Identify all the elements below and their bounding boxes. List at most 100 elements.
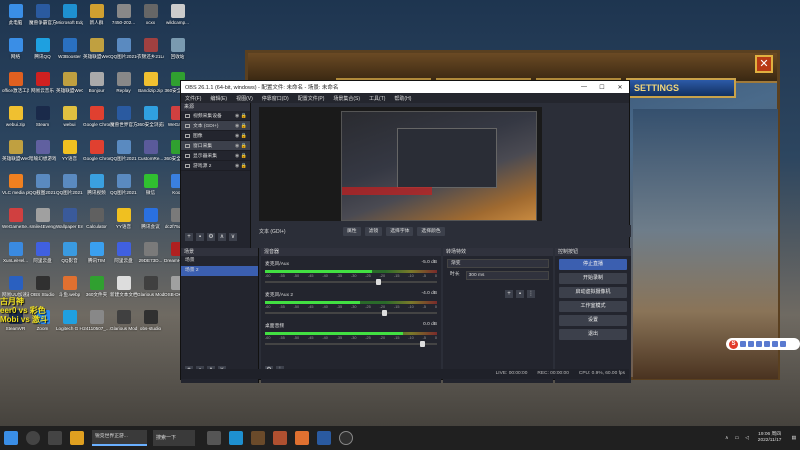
game-settings-tab[interactable]: SETTINGS xyxy=(626,78,736,98)
ime-skin-icon[interactable] xyxy=(772,341,778,347)
desktop-icon[interactable]: 腾讯会议 xyxy=(137,208,164,230)
menu-edit[interactable]: 编辑(E) xyxy=(210,95,227,102)
desktop-icon[interactable]: 网易云音乐 xyxy=(29,72,56,94)
desktop-icon[interactable]: CustomRe... xyxy=(137,140,164,162)
visibility-icon[interactable]: ◉ 🔒 xyxy=(235,133,247,139)
desktop-icon[interactable]: Microsoft Edge xyxy=(56,4,83,26)
desktop-icon[interactable]: 英雄联盟WeGame版 xyxy=(2,140,29,162)
add-transition-button[interactable]: + xyxy=(505,290,513,298)
desktop-icon[interactable]: 腾讯QQ xyxy=(29,38,56,60)
search-icon[interactable] xyxy=(26,431,40,445)
move-down-button[interactable]: ∨ xyxy=(229,233,237,241)
desktop-icon[interactable]: 英雄联盟WeGame版 xyxy=(83,38,110,60)
maximize-button[interactable]: ☐ xyxy=(593,84,611,91)
desktop-icon[interactable]: Google Chrome xyxy=(83,140,110,162)
ime-menu-icon[interactable] xyxy=(780,341,786,347)
desktop-icon[interactable]: Google Chrome xyxy=(83,106,110,128)
desktop-icon[interactable]: 阿里云盘 xyxy=(29,242,56,264)
desktop-icon[interactable]: 暗喻幻想游戏 xyxy=(29,140,56,162)
move-up-button[interactable]: ∧ xyxy=(218,233,226,241)
duration-input[interactable]: 300 ms xyxy=(465,271,549,280)
menu-help[interactable]: 帮助(H) xyxy=(394,95,411,102)
exit-button[interactable]: 退出 xyxy=(559,329,627,340)
desktop-icon[interactable]: Replay xyxy=(110,72,137,94)
volume-slider[interactable] xyxy=(265,310,437,316)
ime-mic-icon[interactable] xyxy=(756,341,762,347)
desktop-icon[interactable]: webui.zip xyxy=(2,106,29,128)
desktop-icon[interactable]: WeGameSe... xyxy=(2,208,29,230)
settings-button[interactable]: 设置 xyxy=(559,315,627,326)
visibility-icon[interactable]: ◉ 🔒 xyxy=(235,153,247,159)
volume-slider[interactable] xyxy=(265,341,437,347)
desktop-icon[interactable]: XunLeiHel... xyxy=(2,242,29,264)
desktop-icon[interactable]: smile4Eveng xyxy=(29,208,56,230)
desktop-icon[interactable]: 阿里云盘 xyxy=(110,242,137,264)
douyu-icon[interactable] xyxy=(295,431,309,445)
volume-icon[interactable]: ◁ xyxy=(745,436,749,441)
transition-select[interactable]: 渐变 xyxy=(447,259,549,268)
desktop-icon[interactable]: xcxx xyxy=(137,4,164,26)
desktop-icon[interactable]: office激活工具 xyxy=(2,72,29,94)
desktop-icon[interactable]: 英雄联盟WeGame版 xyxy=(56,72,83,94)
desktop-icon[interactable]: 腾讯TIM xyxy=(83,242,110,264)
start-icon[interactable] xyxy=(4,431,18,445)
ime-keyboard-icon[interactable] xyxy=(764,341,770,347)
scene-item[interactable]: 场景 2 xyxy=(181,266,258,276)
stop-streaming-button[interactable]: 停止直播 xyxy=(559,259,627,270)
edge-icon[interactable] xyxy=(229,431,243,445)
start-virtual-camera-button[interactable]: 启动虚拟摄像机 xyxy=(559,287,627,298)
desktop-icon[interactable]: VLC media player xyxy=(2,174,29,196)
desktop-icon[interactable]: QQ图片2021... xyxy=(110,174,137,196)
desktop-icon[interactable]: 360安全浏览器 xyxy=(137,106,164,128)
source-settings-button[interactable]: ⚙ xyxy=(207,233,215,241)
desktop-icon[interactable]: QQ截图2021... xyxy=(29,174,56,196)
properties-button[interactable]: 属性 xyxy=(343,226,361,236)
desktop-icon[interactable]: 此电脑 xyxy=(2,4,29,26)
obs-icon[interactable] xyxy=(339,431,353,445)
desktop-icon[interactable]: 微信 xyxy=(137,174,164,196)
warcraft-icon[interactable] xyxy=(251,431,265,445)
studio-mode-button[interactable]: 工作室模式 xyxy=(559,301,627,312)
desktop-icon[interactable]: W3Booster xyxy=(56,38,83,60)
desktop-icon[interactable]: 网易UU加速器 xyxy=(2,276,29,298)
notification-icon[interactable]: ▤ xyxy=(791,436,796,441)
source-item[interactable]: 游戏源 2 ◉ 🔒 xyxy=(181,161,250,171)
ime-toolbar[interactable]: S xyxy=(726,338,800,350)
desktop-icon[interactable]: 新人群 xyxy=(83,4,110,26)
source-item[interactable]: 视频采集设备 ◉ 🔒 xyxy=(181,111,250,121)
menu-scene-collection[interactable]: 场景集合(S) xyxy=(333,95,360,102)
desktop-icon[interactable]: 魔兽世界官方对战平台 xyxy=(110,106,137,128)
desktop-icon[interactable]: QQ影音 xyxy=(56,242,83,264)
remove-source-button[interactable]: ▪ xyxy=(196,233,204,241)
clock[interactable]: 19:06 周四 2022/11/17 xyxy=(758,432,782,444)
taskbar-active-window[interactable]: 锐竞世界正游... xyxy=(92,430,147,446)
desktop-icon[interactable]: obs-studio xyxy=(137,310,164,332)
preview-canvas[interactable] xyxy=(259,107,542,221)
menu-docks[interactable]: 停靠窗口(D) xyxy=(262,95,289,102)
game-close-button[interactable]: ✕ xyxy=(755,55,773,73)
desktop-icon[interactable]: Glarious Model O... xyxy=(137,276,164,298)
desktop-icon[interactable]: 魔兽争霸官方对战平台 xyxy=(29,4,56,26)
file-explorer-icon[interactable] xyxy=(70,431,84,445)
task-view-icon[interactable] xyxy=(48,431,62,445)
desktop-icon[interactable]: Calculator xyxy=(83,208,110,230)
desktop-icon[interactable]: YY语音 xyxy=(110,208,137,230)
desktop-icon[interactable]: QQ图片2021... xyxy=(56,174,83,196)
taskbar-app-icon[interactable] xyxy=(207,431,221,445)
visibility-icon[interactable]: ◉ 🔒 xyxy=(235,163,247,169)
select-font-button[interactable]: 选择字体 xyxy=(386,226,414,236)
desktop-icon[interactable]: wildcamp... xyxy=(164,4,191,26)
volume-slider-knob[interactable] xyxy=(420,341,426,347)
source-item[interactable]: 窗口采集 ◉ 🔒 xyxy=(181,141,250,151)
transition-menu-button[interactable]: ⋮ xyxy=(527,290,535,298)
select-color-button[interactable]: 选择颜色 xyxy=(417,226,445,236)
desktop-icon[interactable]: 29DE73D... xyxy=(137,242,164,264)
close-button[interactable]: ✕ xyxy=(611,84,629,91)
remove-transition-button[interactable]: ▪ xyxy=(516,290,524,298)
tray-chevron-icon[interactable]: ∧ xyxy=(725,436,729,441)
ime-mode-icon[interactable] xyxy=(740,341,746,347)
volume-slider[interactable] xyxy=(265,279,437,285)
desktop-icon[interactable]: YY语音 xyxy=(56,140,83,162)
volume-slider-knob[interactable] xyxy=(375,279,381,285)
game-launcher-icon[interactable] xyxy=(273,431,287,445)
